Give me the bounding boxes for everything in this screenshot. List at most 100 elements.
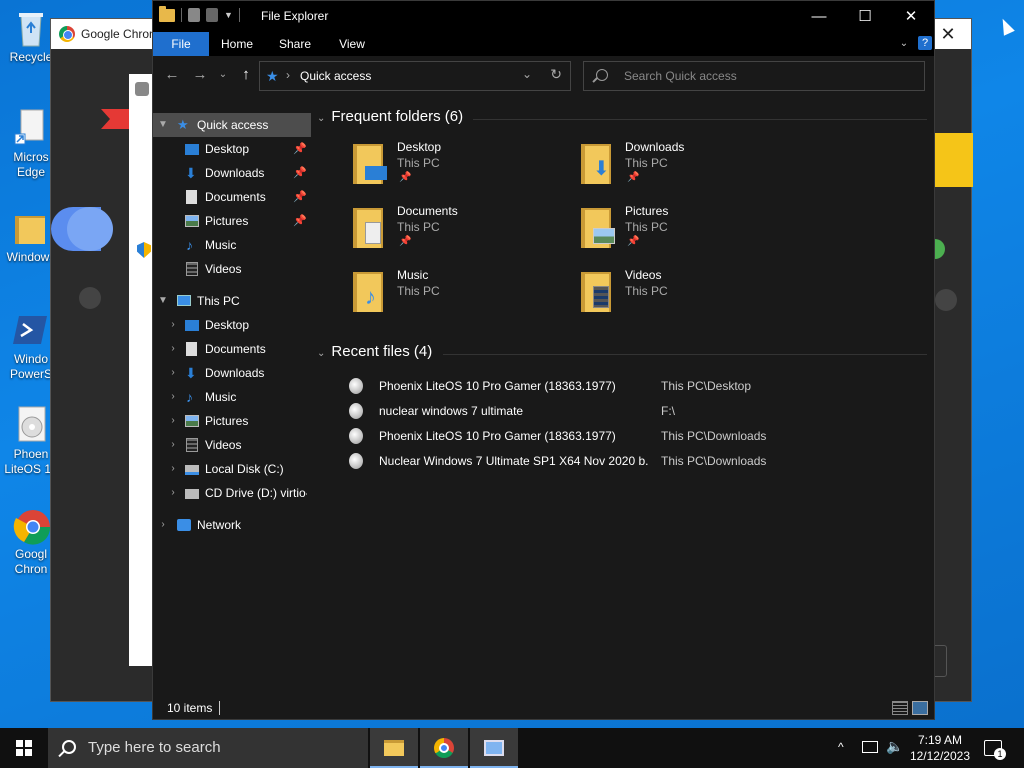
sidebar-item-label: CD Drive (D:) virtio- xyxy=(205,486,307,500)
taskbar-clock[interactable]: 7:19 AM 12/12/2023 xyxy=(910,732,970,764)
sidebar-item-videos[interactable]: Videos xyxy=(153,257,311,281)
taskbar-search-input[interactable]: Type here to search xyxy=(88,728,221,768)
minimize-button[interactable]: — xyxy=(796,1,842,32)
address-bar[interactable]: ★ › Quick access ⌄ ↻ xyxy=(259,61,571,91)
chevron-right-icon[interactable]: › xyxy=(167,457,179,481)
sidebar-item-this-pc[interactable]: ▼ This PC xyxy=(153,289,311,313)
taskbar-file-explorer[interactable] xyxy=(370,728,418,768)
forward-button[interactable]: → xyxy=(189,64,211,86)
title-bar[interactable]: ▼ File Explorer — ☐ ✕ xyxy=(153,1,934,32)
picture-icon xyxy=(185,215,199,227)
sidebar-item-music[interactable]: ♪ Music xyxy=(153,233,311,257)
folder-documents-icon xyxy=(351,208,391,248)
star-icon: ★ xyxy=(177,117,189,132)
expand-icon[interactable]: ▼ xyxy=(157,289,169,313)
address-dropdown-icon[interactable]: ⌄ xyxy=(522,67,532,81)
show-hidden-icons-chevron-icon[interactable]: ^ xyxy=(838,740,844,768)
chevron-right-icon[interactable]: › xyxy=(167,313,179,337)
folder-tile-music[interactable]: ♪ Music This PC xyxy=(351,268,571,324)
tab-home[interactable]: Home xyxy=(213,32,261,56)
frequent-folders-header[interactable]: ⌄ Frequent folders (6) xyxy=(317,108,463,125)
folder-desktop-icon xyxy=(351,144,391,184)
folder-tile-videos[interactable]: Videos This PC xyxy=(579,268,799,324)
disc-image-file-icon xyxy=(349,403,363,419)
maximize-button[interactable]: ☐ xyxy=(842,1,888,32)
collapse-icon[interactable]: ⌄ xyxy=(317,348,325,359)
recent-locations-button[interactable]: ⌄ xyxy=(215,64,231,86)
quick-access-star-icon: ★ xyxy=(266,68,279,84)
network-status-icon[interactable] xyxy=(862,741,878,753)
properties-icon[interactable] xyxy=(188,8,200,22)
recent-file-row[interactable]: nuclear windows 7 ultimate F:\ xyxy=(349,400,929,422)
recent-files-header[interactable]: ⌄ Recent files (4) xyxy=(317,343,432,360)
folder-tile-downloads[interactable]: ⬇ Downloads This PC 📌 xyxy=(579,140,799,196)
recent-file-row[interactable]: Phoenix LiteOS 10 Pro Gamer (18363.1977)… xyxy=(349,375,929,397)
search-input[interactable]: Search Quick access xyxy=(624,62,737,90)
chevron-right-icon[interactable]: › xyxy=(167,337,179,361)
taskbar: Type here to search ^ 🔈 7:19 AM 12/12/20… xyxy=(0,728,1024,768)
control-panel-icon xyxy=(484,740,504,756)
taskbar-search-box[interactable]: Type here to search xyxy=(48,728,368,768)
sidebar-item-label: Local Disk (C:) xyxy=(205,462,284,476)
sidebar-item-documents[interactable]: Documents 📌 xyxy=(153,185,311,209)
recent-file-row[interactable]: Nuclear Windows 7 Ultimate SP1 X64 Nov 2… xyxy=(349,450,929,472)
details-view-icon[interactable] xyxy=(892,701,908,715)
new-folder-icon[interactable] xyxy=(206,8,218,22)
sidebar-item-pc-documents[interactable]: › Documents xyxy=(153,337,311,361)
sidebar-item-pictures[interactable]: Pictures 📌 xyxy=(153,209,311,233)
sidebar-item-downloads[interactable]: ⬇ Downloads 📌 xyxy=(153,161,311,185)
separator xyxy=(219,701,220,715)
document-icon xyxy=(186,342,197,356)
folder-tile-documents[interactable]: Documents This PC 📌 xyxy=(351,204,571,260)
volume-muted-icon[interactable]: 🔈 xyxy=(886,738,903,768)
collapse-icon[interactable]: ⌄ xyxy=(317,113,325,124)
chevron-down-icon[interactable]: ▼ xyxy=(224,10,233,20)
up-button[interactable]: ↑ xyxy=(235,64,257,86)
sidebar-item-local-disk[interactable]: › Local Disk (C:) xyxy=(153,457,311,481)
sidebar-item-pc-videos[interactable]: › Videos xyxy=(153,433,311,457)
close-button[interactable]: ✕ xyxy=(888,1,934,32)
chevron-right-icon[interactable]: › xyxy=(167,409,179,433)
taskbar-chrome[interactable] xyxy=(420,728,468,768)
sidebar-item-pc-pictures[interactable]: › Pictures xyxy=(153,409,311,433)
tab-share[interactable]: Share xyxy=(271,32,319,56)
sidebar-item-label: Quick access xyxy=(197,118,269,132)
chevron-right-icon[interactable]: › xyxy=(167,481,179,505)
recent-file-row[interactable]: Phoenix LiteOS 10 Pro Gamer (18363.1977)… xyxy=(349,425,929,447)
sidebar-item-network[interactable]: › Network xyxy=(153,513,311,537)
search-box[interactable]: Search Quick access xyxy=(583,61,925,91)
notification-center-icon[interactable]: 1 xyxy=(984,740,1006,760)
start-button[interactable] xyxy=(0,728,48,768)
sidebar-item-pc-desktop[interactable]: › Desktop xyxy=(153,313,311,337)
file-explorer-icon xyxy=(384,740,404,756)
sidebar-item-pc-music[interactable]: › ♪ Music xyxy=(153,385,311,409)
breadcrumb-chevron-icon[interactable]: › xyxy=(286,68,290,82)
tab-view[interactable]: View xyxy=(329,32,375,56)
sidebar-item-label: Desktop xyxy=(205,318,250,332)
expand-icon[interactable]: ▼ xyxy=(157,113,169,137)
help-button[interactable]: ? xyxy=(918,36,932,50)
refresh-icon[interactable]: ↻ xyxy=(550,66,562,83)
chrome-tab[interactable]: Google Chron xyxy=(51,19,161,49)
folder-location: This PC xyxy=(397,220,440,234)
folder-tile-pictures[interactable]: Pictures This PC 📌 xyxy=(579,204,799,260)
chevron-right-icon[interactable]: › xyxy=(157,513,169,537)
chevron-right-icon[interactable]: › xyxy=(167,361,179,385)
sidebar-item-cd-drive[interactable]: › CD Drive (D:) virtio- xyxy=(153,481,311,505)
ribbon-expand-icon[interactable]: ⌄ xyxy=(896,32,912,56)
chevron-right-icon[interactable]: › xyxy=(167,385,179,409)
tab-file[interactable]: File xyxy=(153,32,209,56)
computer-icon xyxy=(177,295,191,306)
folder-name: Music xyxy=(397,268,429,282)
sidebar-item-pc-downloads[interactable]: › ⬇ Downloads xyxy=(153,361,311,385)
taskbar-control-panel[interactable] xyxy=(470,728,518,768)
folder-tile-desktop[interactable]: Desktop This PC 📌 xyxy=(351,140,571,196)
sidebar-item-quick-access[interactable]: ▼ ★ Quick access xyxy=(153,113,311,137)
sidebar-item-desktop[interactable]: Desktop 📌 xyxy=(153,137,311,161)
back-button[interactable]: ← xyxy=(161,64,183,86)
large-icons-view-icon[interactable] xyxy=(912,701,928,715)
desktop-icon-label: Recycle xyxy=(9,50,53,64)
file-explorer-window[interactable]: ▼ File Explorer — ☐ ✕ File Home Share Vi… xyxy=(152,0,935,720)
chevron-right-icon[interactable]: › xyxy=(167,433,179,457)
pin-icon: 📌 xyxy=(399,172,412,183)
